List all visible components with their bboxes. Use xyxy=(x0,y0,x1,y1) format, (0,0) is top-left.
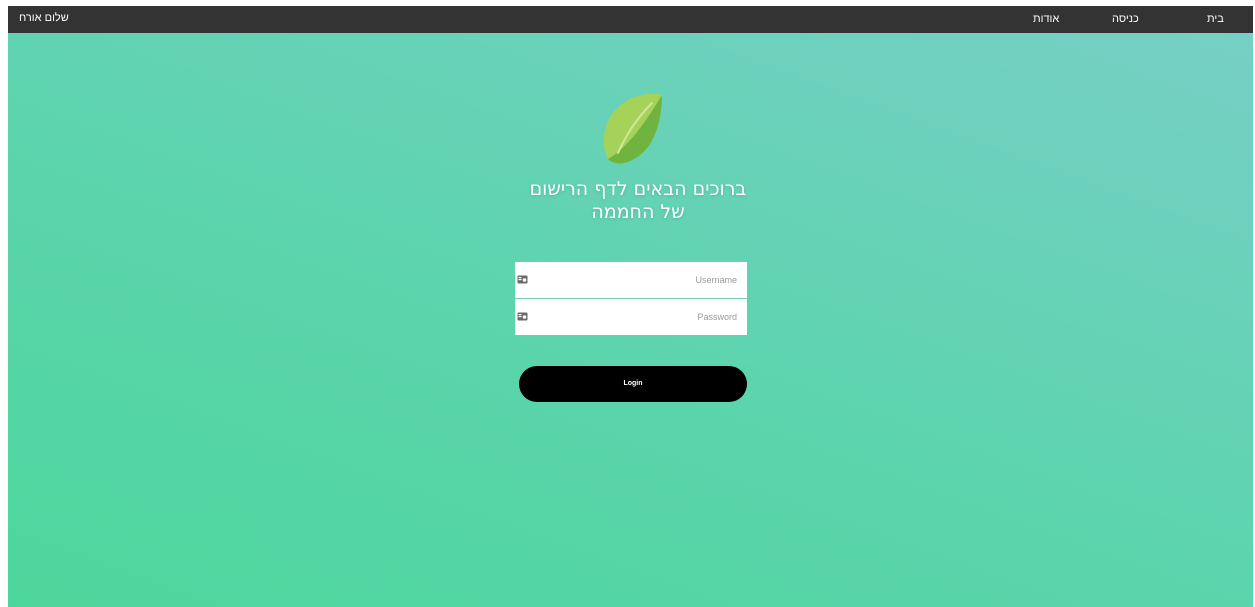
welcome-heading-line1: ברוכים הבאים לדף הרישום xyxy=(529,178,747,200)
nav-about-link[interactable]: אודות xyxy=(1033,12,1059,26)
login-button[interactable]: Login xyxy=(519,366,747,402)
leaf-logo-icon xyxy=(603,93,662,164)
page-frame: שלום אורח אודות כניסה בית ברוכים הבאים ל… xyxy=(8,6,1253,607)
password-field xyxy=(515,299,747,335)
username-input[interactable] xyxy=(539,262,737,298)
top-nav-bar: שלום אורח אודות כניסה בית xyxy=(8,6,1253,33)
nav-login-link[interactable]: כניסה xyxy=(1112,12,1139,26)
id-card-icon xyxy=(517,312,528,321)
password-input[interactable] xyxy=(539,299,737,335)
welcome-heading-line2: של החממה xyxy=(591,201,685,223)
guest-greeting: שלום אורח xyxy=(19,12,69,24)
welcome-heading: ברוכים הבאים לדף הרישום של החממה xyxy=(448,178,828,224)
username-field xyxy=(515,262,747,299)
nav-home-link[interactable]: בית xyxy=(1207,12,1224,26)
login-form xyxy=(515,262,747,335)
id-card-icon xyxy=(517,275,528,284)
